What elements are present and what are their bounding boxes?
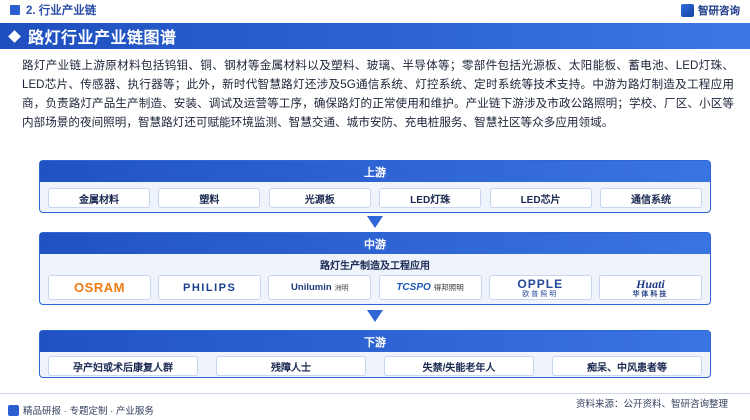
downstream-item: 痴呆、中风患者等 — [552, 356, 702, 376]
brand-logo-group: 智研咨询 — [681, 3, 740, 18]
unilumin-logo-cn: 洲明 — [334, 284, 349, 292]
downstream-items: 孕产妇或术后康复人群 残障人士 失禁/失能老年人 痴呆、中风患者等 — [48, 356, 702, 376]
downstream-item: 失禁/失能老年人 — [384, 356, 534, 376]
upstream-item: LED芯片 — [489, 188, 592, 208]
downstream-panel: 下游 孕产妇或术后康复人群 残障人士 失禁/失能老年人 痴呆、中风患者等 — [39, 330, 711, 378]
upstream-header: 上游 — [40, 161, 710, 182]
diamond-icon — [8, 29, 21, 43]
opple-logo: OPPLE 欧普照明 — [488, 275, 592, 300]
osram-logo-text: OSRAM — [74, 280, 125, 295]
footer-divider — [0, 393, 750, 394]
midstream-subtitle: 路灯生产制造及工程应用 — [320, 261, 430, 272]
tcspo-logo-cn: 得邦照明 — [433, 283, 464, 292]
midstream-logos: OSRAM PHILIPS Unilumin 洲明 TCSPO 得邦照明 OPP… — [48, 275, 702, 300]
upstream-item: 塑料 — [158, 188, 261, 208]
unilumin-logo: Unilumin 洲明 — [268, 275, 372, 300]
title-banner: 路灯行业产业链图谱 — [0, 23, 750, 49]
huati-logo-cn: 华体科技 — [632, 290, 669, 298]
brand-name: 智研咨询 — [698, 5, 740, 17]
osram-logo: OSRAM — [48, 275, 151, 300]
upstream-item: LED灯珠 — [379, 188, 482, 208]
upstream-item: 通信系统 — [599, 188, 702, 208]
tcspo-logo-text: TCSPO — [396, 282, 431, 293]
upstream-items: 金属材料 塑料 光源板 LED灯珠 LED芯片 通信系统 — [48, 188, 702, 208]
midstream-header: 中游 — [40, 233, 710, 254]
down-arrow-icon — [367, 216, 383, 228]
opple-logo-cn: 欧普照明 — [522, 290, 559, 298]
footer-tagline: 精品研报 · 专题定制 · 产业服务 — [23, 406, 154, 417]
page-title: 路灯行业产业链图谱 — [28, 30, 177, 47]
top-bar: 2. 行业产业链 智研咨询 — [0, 0, 750, 20]
footer-brand: 精品研报 · 专题定制 · 产业服务 — [8, 403, 154, 417]
section-square-icon — [10, 5, 20, 15]
unilumin-logo-text: Unilumin — [291, 282, 332, 293]
upstream-item: 光源板 — [268, 188, 371, 208]
downstream-item: 残障人士 — [216, 356, 366, 376]
upstream-panel: 上游 金属材料 塑料 光源板 LED灯珠 LED芯片 通信系统 — [39, 160, 711, 213]
intro-paragraph: 路灯产业链上游原材料包括钨钼、铜、钢材等金属材料以及塑料、玻璃、半导体等；零部件… — [22, 59, 734, 129]
footer-logo-icon — [8, 404, 19, 416]
downstream-item: 孕产妇或术后康复人群 — [48, 356, 198, 376]
philips-logo-text: PHILIPS — [183, 281, 237, 294]
source-note: 资料来源：公开资料、智研咨询整理 — [575, 399, 728, 410]
huati-logo: Huati 华体科技 — [598, 275, 702, 300]
upstream-item: 金属材料 — [48, 188, 150, 208]
down-arrow-icon — [367, 310, 383, 322]
brand-logo-icon — [681, 4, 694, 17]
midstream-panel: 中游 路灯生产制造及工程应用 OSRAM PHILIPS Unilumin 洲明… — [39, 232, 711, 305]
tcspo-logo: TCSPO 得邦照明 — [378, 275, 482, 300]
opple-logo-text: OPPLE — [517, 276, 564, 291]
philips-logo: PHILIPS — [158, 275, 262, 300]
huati-logo-text: Huati — [636, 276, 665, 291]
downstream-header: 下游 — [40, 331, 710, 352]
section-title: 2. 行业产业链 — [26, 5, 97, 17]
